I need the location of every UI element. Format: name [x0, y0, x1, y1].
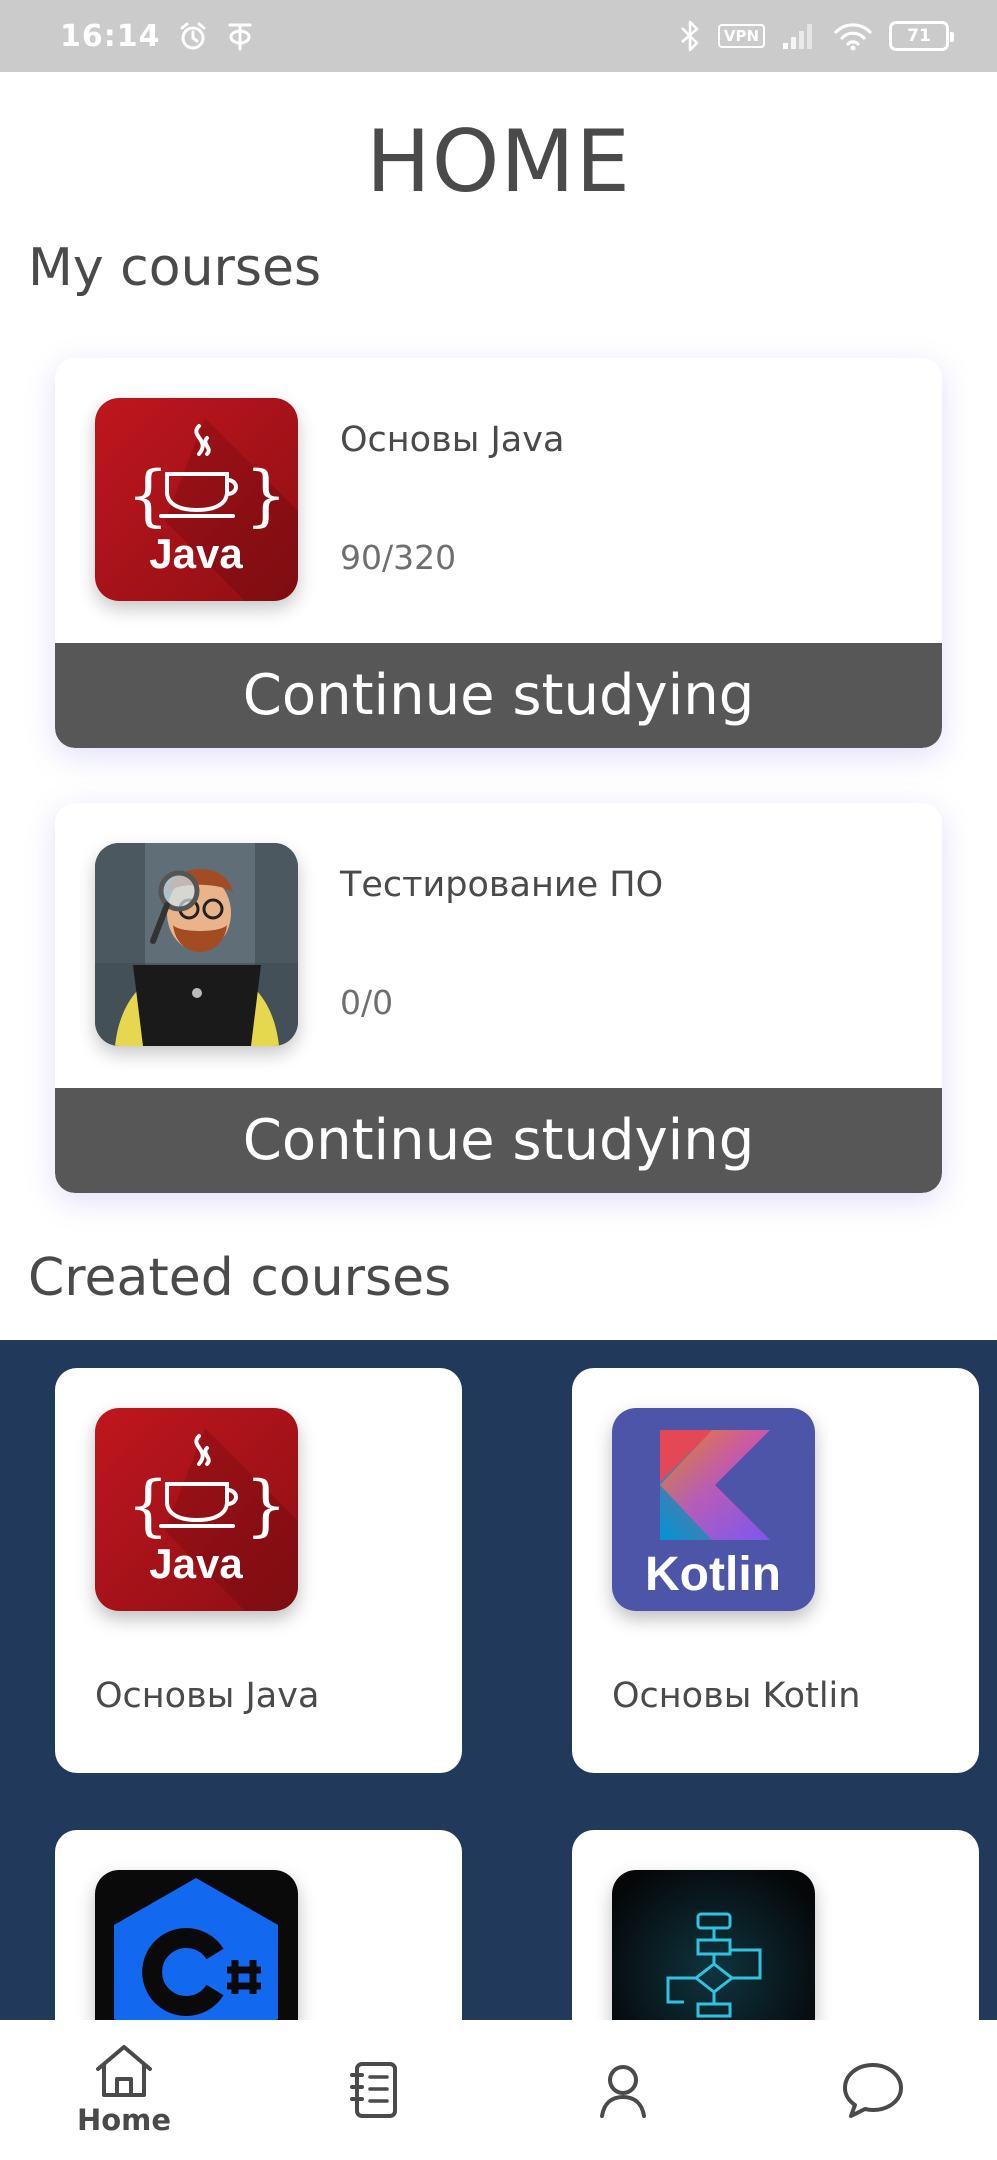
- svg-text:{: {: [127, 457, 169, 534]
- nav-courses[interactable]: [295, 2020, 455, 2160]
- created-courses-panel: { } Java Основы Java Kotlin Основы Kotli…: [0, 1340, 997, 2020]
- page-title: HOME: [366, 112, 631, 212]
- svg-text:}: }: [245, 457, 287, 534]
- kotlin-logo-thumbnail: Kotlin: [612, 1408, 815, 1611]
- status-time: 16:14: [60, 18, 161, 54]
- created-course-card-csharp[interactable]: [55, 1830, 462, 2020]
- course-progress: 90/320: [340, 538, 457, 577]
- kotlin-logo-icon: Kotlin: [612, 1408, 815, 1611]
- tester-illustration-icon: [95, 843, 298, 1046]
- profile-icon: [600, 2065, 646, 2118]
- status-right: VPN 71: [678, 19, 954, 53]
- bottom-navigation: Home: [0, 2020, 997, 2160]
- created-course-card-algorithms[interactable]: [572, 1830, 979, 2020]
- kotlin-logo-text: Kotlin: [645, 1548, 781, 1601]
- bluetooth-icon: [678, 19, 702, 53]
- tester-illustration-thumbnail: [95, 843, 298, 1046]
- my-courses-heading: My courses: [28, 238, 322, 298]
- course-name: Тестирование ПО: [340, 865, 664, 905]
- created-course-name: Основы Kotlin: [612, 1676, 861, 1716]
- notebook-icon: [350, 2062, 397, 2118]
- csharp-logo-icon: [95, 1870, 298, 2020]
- course-card-java[interactable]: { } Java Основы Java 90/320 Continue stu…: [55, 358, 942, 748]
- java-logo-icon: { } Java: [95, 398, 298, 601]
- chat-icon: [843, 2063, 903, 2118]
- svg-text:}: }: [245, 1467, 287, 1544]
- status-bar: 16:14 VPN 71: [0, 0, 997, 72]
- nav-profile[interactable]: [543, 2020, 703, 2160]
- app-notification-icon: [225, 20, 255, 52]
- java-logo-icon: { } Java: [95, 1408, 298, 1611]
- battery-indicator: 71: [889, 21, 954, 51]
- svg-text:{: {: [127, 1467, 169, 1544]
- flowchart-thumbnail: [612, 1870, 815, 2020]
- continue-studying-button[interactable]: Continue studying: [55, 643, 942, 748]
- course-card-testing[interactable]: Тестирование ПО 0/0 Continue studying: [55, 803, 942, 1193]
- nav-messages[interactable]: [793, 2020, 953, 2160]
- svg-text:Java: Java: [149, 530, 243, 577]
- created-course-card-java[interactable]: { } Java Основы Java: [55, 1368, 462, 1773]
- home-icon: [96, 2045, 152, 2097]
- wifi-icon: [833, 21, 873, 51]
- vpn-badge: VPN: [717, 24, 765, 48]
- course-name: Основы Java: [340, 420, 565, 460]
- nav-home-label: Home: [76, 2103, 172, 2137]
- svg-text:Java: Java: [149, 1540, 243, 1587]
- created-course-card-kotlin[interactable]: Kotlin Основы Kotlin: [572, 1368, 979, 1773]
- created-courses-heading: Created courses: [28, 1248, 452, 1308]
- java-logo-thumbnail: { } Java: [95, 398, 298, 601]
- course-progress: 0/0: [340, 983, 394, 1022]
- continue-studying-button[interactable]: Continue studying: [55, 1088, 942, 1193]
- java-logo-thumbnail: { } Java: [95, 1408, 298, 1611]
- csharp-logo-thumbnail: [95, 1870, 298, 2020]
- created-course-name: Основы Java: [95, 1676, 320, 1716]
- nav-home[interactable]: Home: [44, 2020, 204, 2160]
- flowchart-icon: [612, 1870, 815, 2020]
- signal-icon: [781, 21, 817, 51]
- alarm-icon: [177, 20, 209, 52]
- status-left: 16:14: [60, 19, 255, 54]
